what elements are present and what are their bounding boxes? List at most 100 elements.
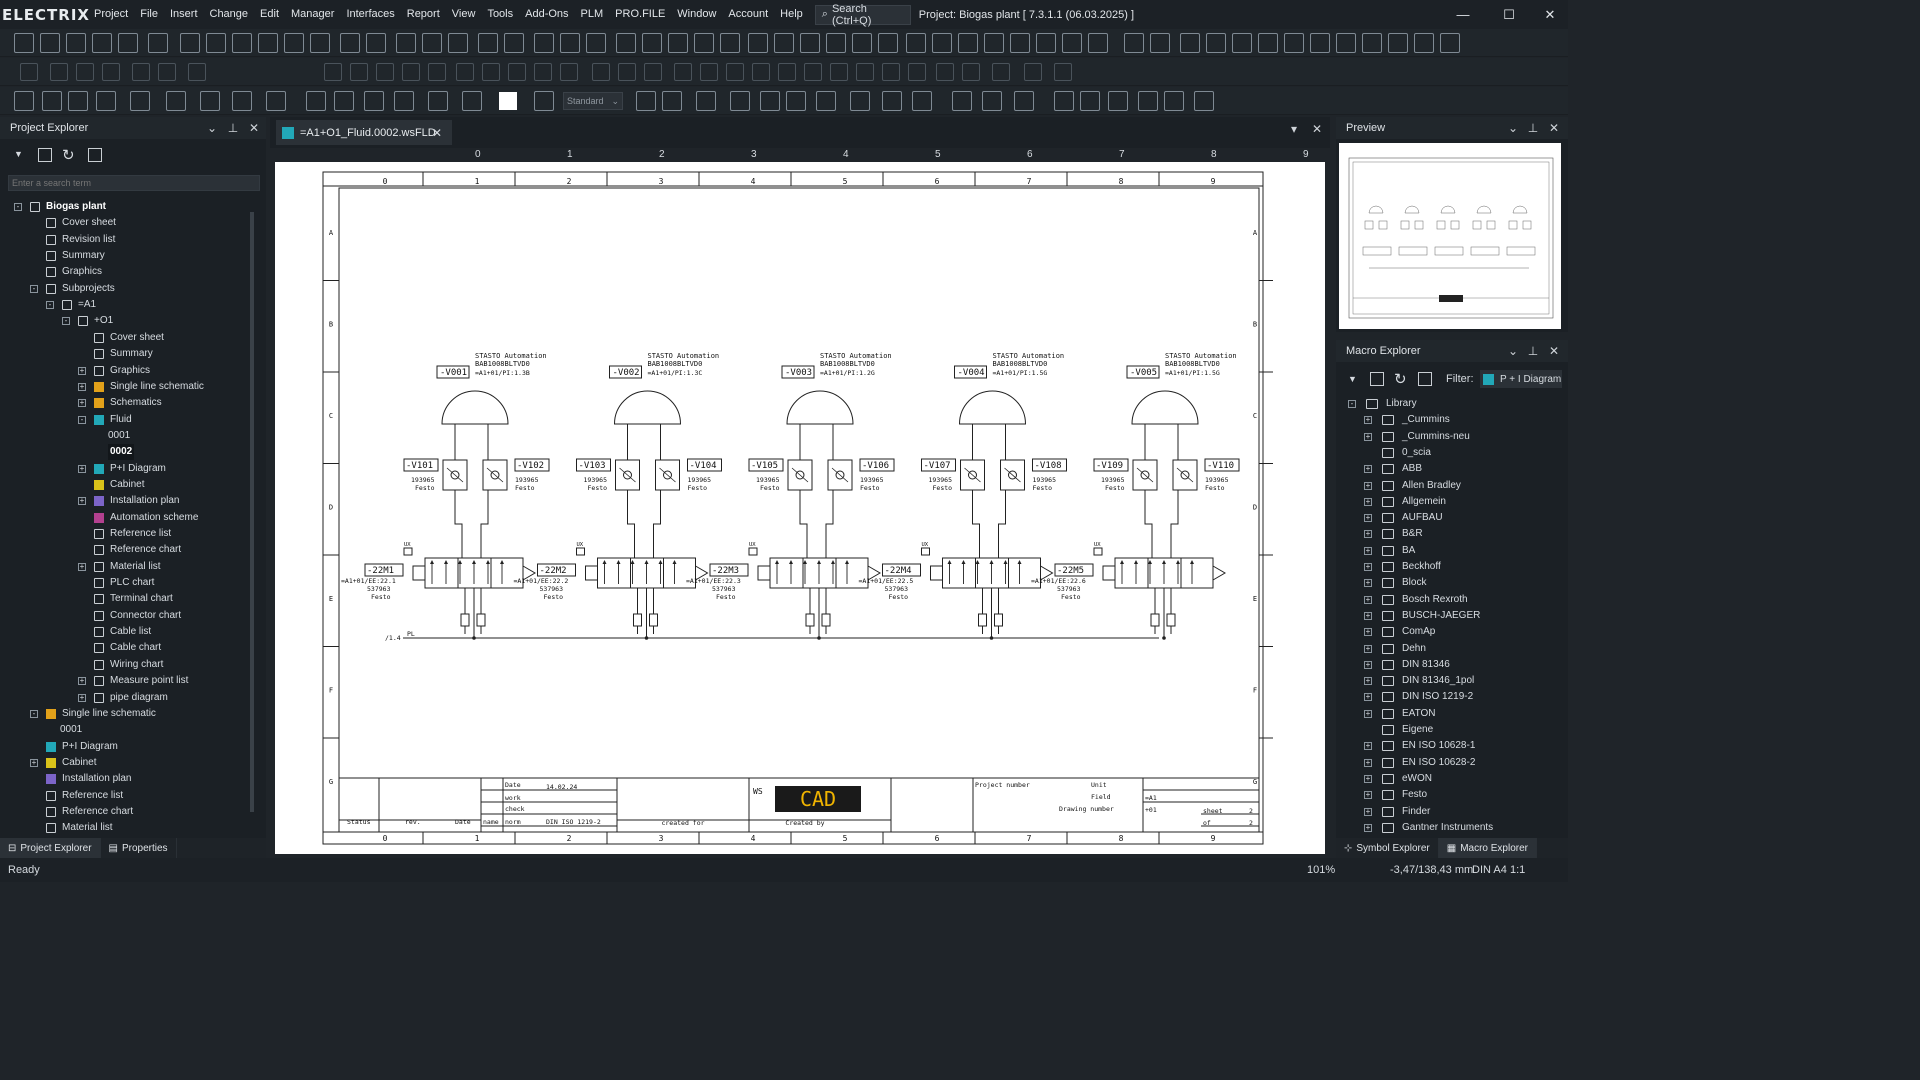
dropdown-icon[interactable]: ▼ (14, 149, 23, 159)
toolbar-button[interactable] (456, 63, 474, 81)
tree-item[interactable]: - +O1 (0, 313, 250, 329)
copy-icon[interactable] (88, 148, 102, 162)
color-swatch[interactable] (499, 92, 517, 110)
expand-icon[interactable]: + (30, 758, 38, 767)
expand-icon[interactable]: + (1364, 514, 1372, 523)
toolbar-button[interactable] (668, 33, 688, 53)
toolbar-button[interactable] (748, 33, 768, 53)
tree-item[interactable]: Cover sheet (0, 215, 250, 231)
tree-item[interactable]: Summary (0, 346, 250, 362)
expand-icon[interactable]: + (1364, 497, 1372, 506)
tab-properties[interactable]: ▤ Properties (101, 838, 177, 858)
tab-project-explorer[interactable]: ⊟ Project Explorer (0, 838, 101, 858)
toolbar-button[interactable] (1362, 33, 1382, 53)
expand-icon[interactable]: + (1364, 530, 1372, 539)
toolbar-button[interactable] (778, 63, 796, 81)
toolbar-button[interactable] (306, 91, 326, 111)
toolbar-button[interactable] (504, 33, 524, 53)
toolbar-button[interactable] (908, 63, 926, 81)
toolbar-button[interactable] (1164, 91, 1184, 111)
menu-window[interactable]: Window (671, 0, 722, 29)
toolbar-button[interactable] (1258, 33, 1278, 53)
toolbar-button[interactable] (932, 33, 952, 53)
tree-item[interactable]: - Subprojects (0, 281, 250, 297)
tree-item[interactable]: PLC chart (0, 575, 250, 591)
toolbar-button[interactable] (958, 33, 978, 53)
macro-item[interactable]: - Library (1336, 396, 1562, 412)
macro-item[interactable]: + Block (1336, 575, 1562, 591)
expand-icon[interactable]: + (1364, 595, 1372, 604)
toolbar-button[interactable] (180, 33, 200, 53)
macro-item[interactable]: + B&R (1336, 526, 1562, 542)
toolbar-button[interactable] (1336, 33, 1356, 53)
macro-item[interactable]: + Beckhoff (1336, 559, 1562, 575)
close-tab-icon[interactable]: ✕ (432, 126, 442, 140)
menu-pro-file[interactable]: PRO.FILE (609, 0, 671, 29)
toolbar-button[interactable] (560, 63, 578, 81)
search-input[interactable] (8, 175, 260, 191)
toolbar-button[interactable] (508, 63, 526, 81)
expand-icon[interactable]: + (1364, 628, 1372, 637)
toolbar-button[interactable] (592, 63, 610, 81)
toolbar-button[interactable] (478, 33, 498, 53)
toolbar-button[interactable] (20, 63, 38, 81)
expand-icon[interactable]: + (78, 562, 86, 571)
toolbar-button[interactable] (586, 33, 606, 53)
toolbar-button[interactable] (1138, 91, 1158, 111)
expand-icon[interactable]: + (78, 464, 86, 473)
toolbar-button[interactable] (982, 91, 1002, 111)
toolbar-button[interactable] (700, 63, 718, 81)
tree-item[interactable]: Connector chart (0, 608, 250, 624)
menu-plm[interactable]: PLM (575, 0, 610, 29)
toolbar-button[interactable] (878, 33, 898, 53)
chevron-down-icon[interactable]: ⌄ (205, 121, 219, 135)
tree-item[interactable]: + Graphics (0, 363, 250, 379)
menu-view[interactable]: View (446, 0, 482, 29)
macro-item[interactable]: + BA (1336, 543, 1562, 559)
toolbar-button[interactable] (1284, 33, 1304, 53)
tree-item[interactable]: P+I Diagram (0, 739, 250, 755)
macro-item[interactable]: + EN ISO 10628-2 (1336, 755, 1562, 771)
expand-icon[interactable]: + (1364, 807, 1372, 816)
toolbar-button[interactable] (906, 33, 926, 53)
expand-icon[interactable]: + (78, 399, 86, 408)
toolbar-button[interactable] (188, 63, 206, 81)
toolbar-button[interactable] (1232, 33, 1252, 53)
toolbar-button[interactable] (830, 63, 848, 81)
macro-item[interactable]: + EATON (1336, 706, 1562, 722)
tree-item[interactable]: 0001 (0, 722, 250, 738)
toolbar-button[interactable] (1014, 91, 1034, 111)
toolbar-button[interactable] (66, 33, 86, 53)
toolbar-button[interactable] (324, 63, 342, 81)
toolbar-button[interactable] (1036, 33, 1056, 53)
toolbar-button[interactable] (118, 33, 138, 53)
minimize-button[interactable]: — (1440, 0, 1486, 29)
expand-icon[interactable]: + (1364, 677, 1372, 686)
toolbar-button[interactable] (1180, 33, 1200, 53)
tree-item[interactable]: Reference chart (0, 804, 250, 820)
toolbar-button[interactable] (50, 63, 68, 81)
tree-item[interactable]: + P+I Diagram (0, 461, 250, 477)
toolbar-button[interactable] (882, 63, 900, 81)
tree-scrollbar[interactable] (250, 212, 254, 812)
tree-item[interactable]: Cover sheet (0, 330, 250, 346)
toolbar-button[interactable] (852, 33, 872, 53)
macro-item[interactable]: + Gantner Instruments (1336, 820, 1562, 836)
expand-icon[interactable]: + (1364, 758, 1372, 767)
toolbar-button[interactable] (534, 33, 554, 53)
toolbar-button[interactable] (616, 33, 636, 53)
toolbar-button[interactable] (962, 63, 980, 81)
tab-symbol-explorer[interactable]: ⊹ Symbol Explorer (1336, 838, 1439, 858)
toolbar-button[interactable] (992, 63, 1010, 81)
macro-item[interactable]: + Bosch Rexroth (1336, 592, 1562, 608)
expand-icon[interactable]: + (1364, 774, 1372, 783)
toolbar-button[interactable] (1194, 91, 1214, 111)
collapse-icon[interactable]: - (14, 203, 22, 211)
tree-item[interactable]: Cabinet (0, 477, 250, 493)
expand-icon[interactable]: + (78, 497, 86, 506)
expand-icon[interactable]: + (78, 677, 86, 686)
expand-icon[interactable]: + (1364, 611, 1372, 620)
refresh-icon[interactable]: ↻ (62, 146, 75, 164)
toolbar-button[interactable] (40, 33, 60, 53)
maximize-button[interactable]: ☐ (1486, 0, 1532, 29)
